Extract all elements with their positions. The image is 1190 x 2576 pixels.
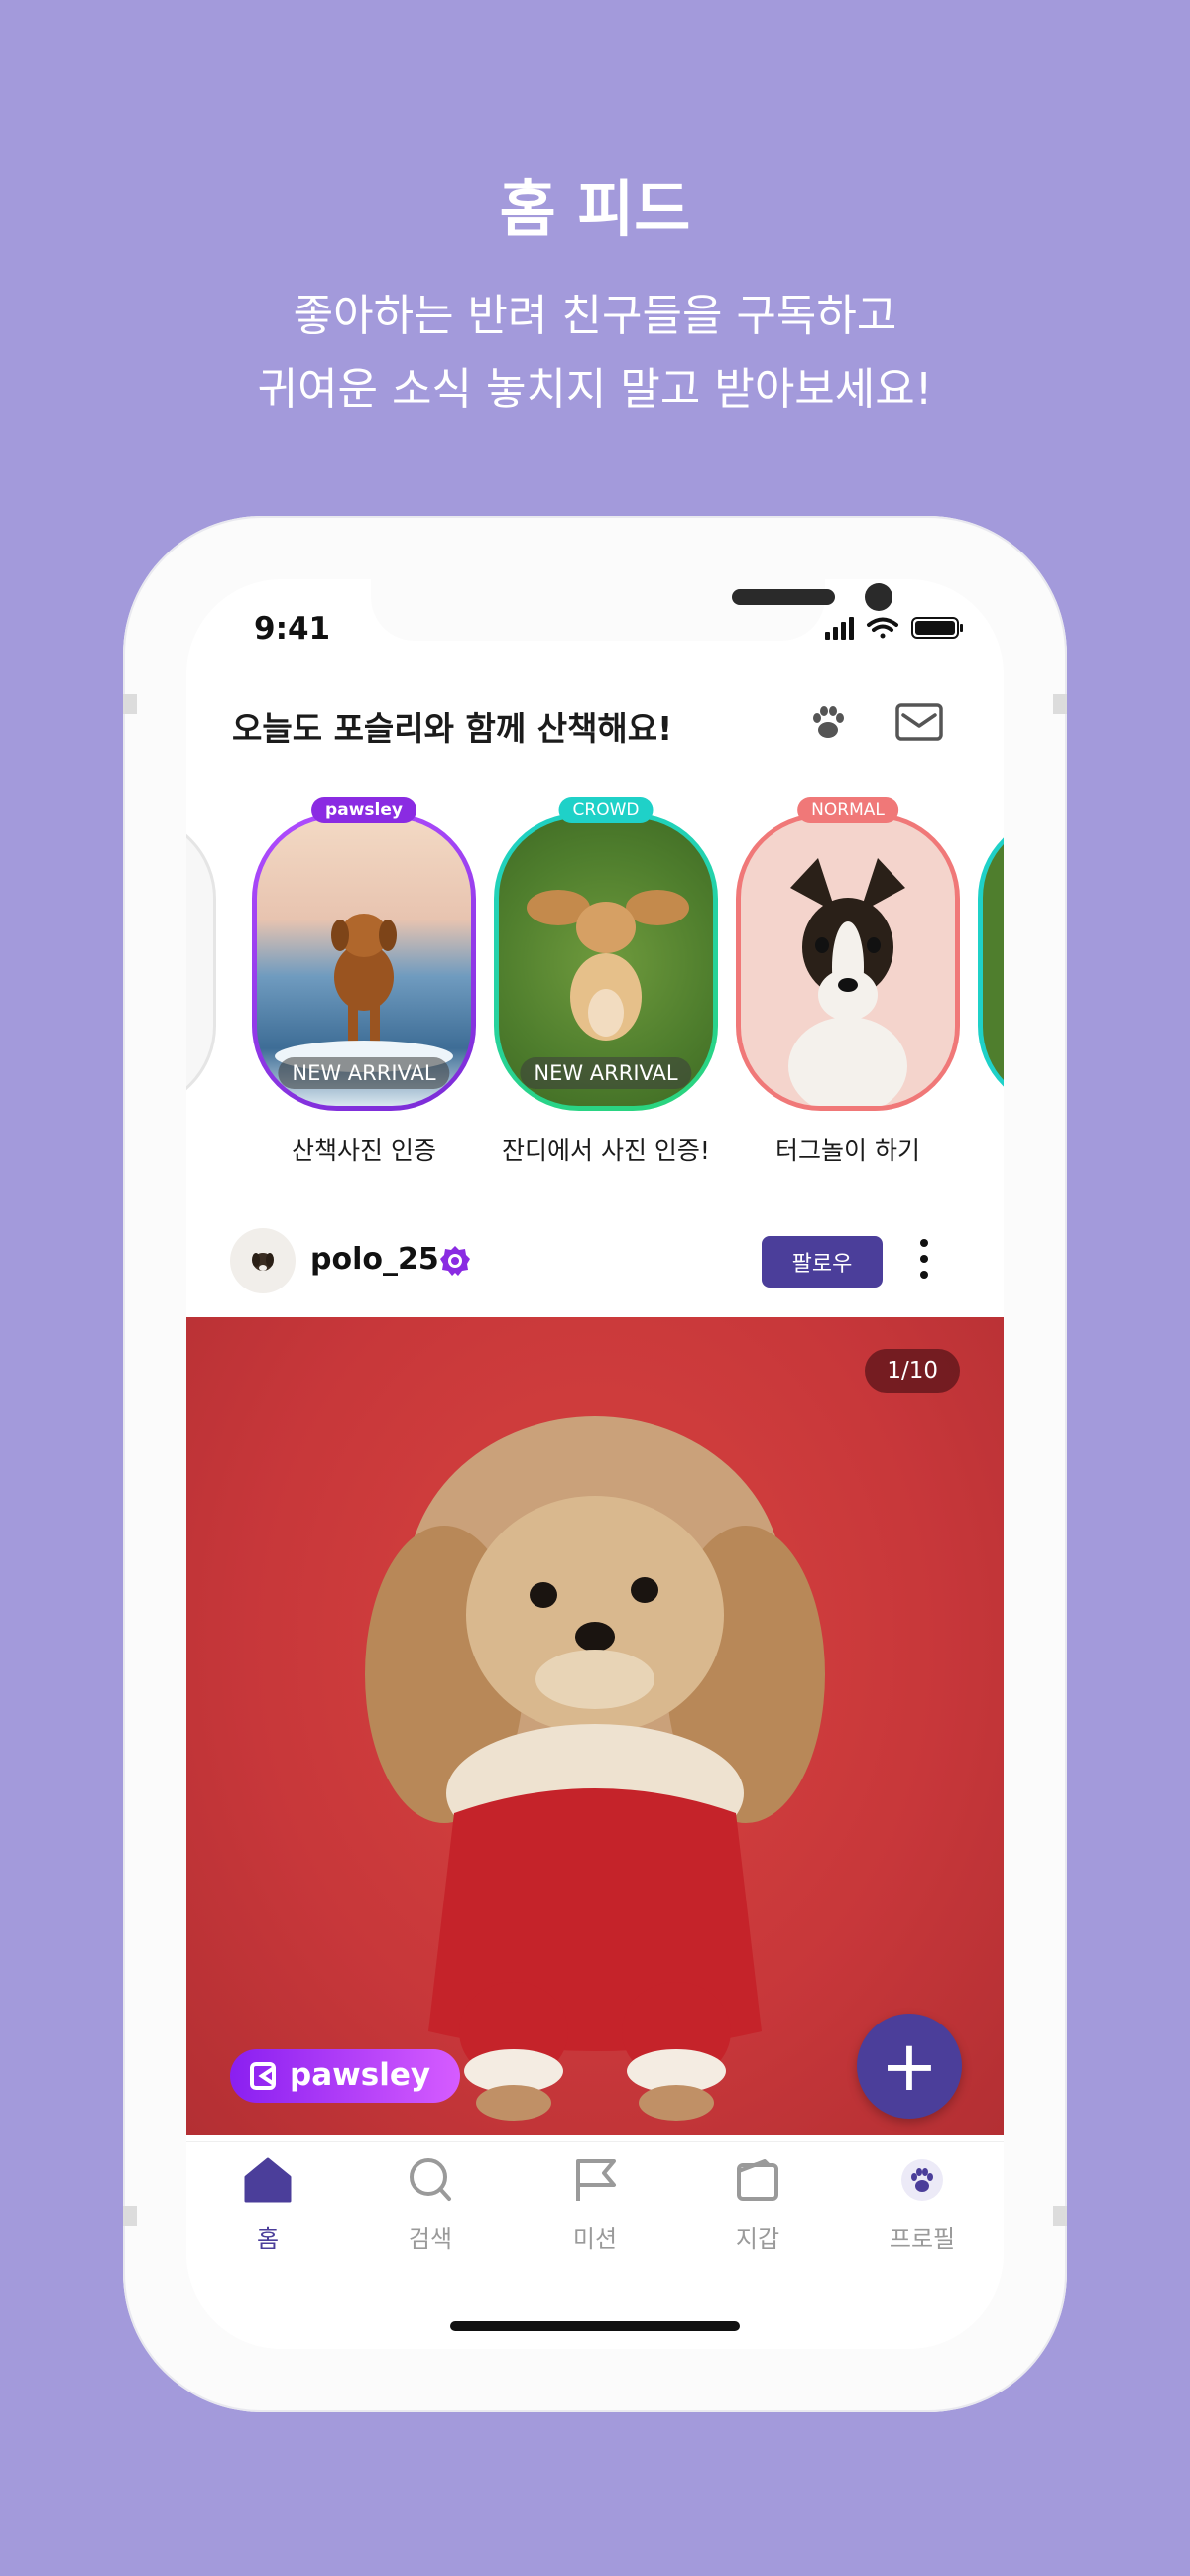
brand-logo: pawsley [230, 2049, 460, 2103]
search-icon [410, 2158, 451, 2201]
page-subtitle: 좋아하는 반려 친구들을 구독하고 귀여운 소식 놓치지 말고 받아보세요! [0, 280, 1190, 427]
flag-icon [576, 2159, 616, 2201]
speaker [732, 589, 835, 605]
feed-header-title: 오늘도 포슬리와 함께 산책해요! [232, 709, 673, 748]
mail-icon[interactable] [894, 702, 944, 744]
more-options-icon[interactable] [916, 1239, 932, 1288]
page-title: 홈 피드 [499, 173, 691, 245]
avatar-dog-icon [252, 1253, 274, 1271]
story-frame: NEW ARRIVAL [494, 813, 718, 1111]
brand-mark-icon [250, 2062, 276, 2090]
nav-item-home[interactable]: 홈 [208, 2155, 327, 2254]
story-label: 잔디에서 사진 인증! [502, 1136, 710, 1165]
story-badge: NORMAL [797, 797, 898, 823]
phone-side-button [1053, 2206, 1067, 2226]
nav-item-wallet[interactable]: 지갑 [698, 2155, 817, 2254]
story-label: 터그놀이 하기 [775, 1136, 920, 1165]
status-icons [825, 617, 963, 640]
nav-item-profile[interactable]: 프로필 [863, 2155, 982, 2254]
avatar[interactable] [230, 1228, 296, 1293]
story-photo-partial [983, 818, 1004, 1106]
post-username[interactable]: polo_25 [310, 1242, 439, 1277]
phone-screen: 9:41 오늘도 포슬리와 함께 산책해요! pawsley NEW ARRIV… [186, 579, 1004, 2349]
phone-side-button [123, 694, 137, 714]
front-camera [865, 583, 892, 611]
follow-button[interactable]: 팔로우 [762, 1236, 883, 1288]
nav-label: 검색 [408, 2225, 453, 2253]
signal-icon [825, 617, 854, 640]
dog-photo [365, 1416, 825, 2121]
story-frame [736, 813, 960, 1111]
home-indicator [450, 2321, 740, 2331]
image-counter: 1/10 [865, 1349, 960, 1393]
nav-item-search[interactable]: 검색 [371, 2155, 490, 2254]
post-image[interactable]: 1/10 pawsley [186, 1317, 1004, 2135]
dog-silhouette [788, 858, 907, 1106]
add-post-button[interactable]: + [857, 2014, 962, 2119]
nav-label: 지갑 [735, 2225, 780, 2253]
story-photo-dog-terrier [741, 818, 955, 1106]
subtitle-line-2: 귀여운 소식 놓치지 말고 받아보세요! [257, 364, 933, 415]
wifi-icon [867, 617, 898, 639]
nav-label: 미션 [572, 2225, 618, 2253]
story-frame [186, 813, 216, 1111]
story-pill: NEW ARRIVAL [278, 1057, 450, 1089]
nav-item-mission[interactable]: 미션 [536, 2155, 654, 2254]
story-badge: pawsley [311, 797, 416, 823]
story-pill: NEW ARRIVAL [520, 1057, 692, 1089]
phone-side-button [123, 2206, 137, 2226]
verified-badge-icon [440, 1246, 470, 1276]
subtitle-line-1: 좋아하는 반려 친구들을 구독하고 [293, 291, 897, 341]
profile-paw-icon [901, 2159, 943, 2201]
bottom-nav: 홈 검색 미션 지갑 프로필 [186, 2141, 1004, 2349]
wallet-icon [737, 2159, 778, 2201]
phone-notch [371, 579, 892, 641]
paw-icon[interactable] [807, 702, 849, 744]
story-carousel[interactable]: | pawsley NEW ARRIVAL [186, 792, 1004, 1165]
story-label: 산책사진 인증 [292, 1136, 436, 1165]
nav-label: 프로필 [889, 2225, 956, 2253]
home-icon [244, 2157, 292, 2203]
phone-side-button [1053, 694, 1067, 714]
brand-text: pawsley [290, 2057, 431, 2093]
nav-label: 홈 [256, 2225, 280, 2253]
battery-icon [911, 617, 963, 639]
story-frame [978, 813, 1004, 1111]
story-badge: CROWD [558, 797, 654, 823]
story-frame: NEW ARRIVAL [252, 813, 476, 1111]
status-time: 9:41 [254, 611, 331, 647]
